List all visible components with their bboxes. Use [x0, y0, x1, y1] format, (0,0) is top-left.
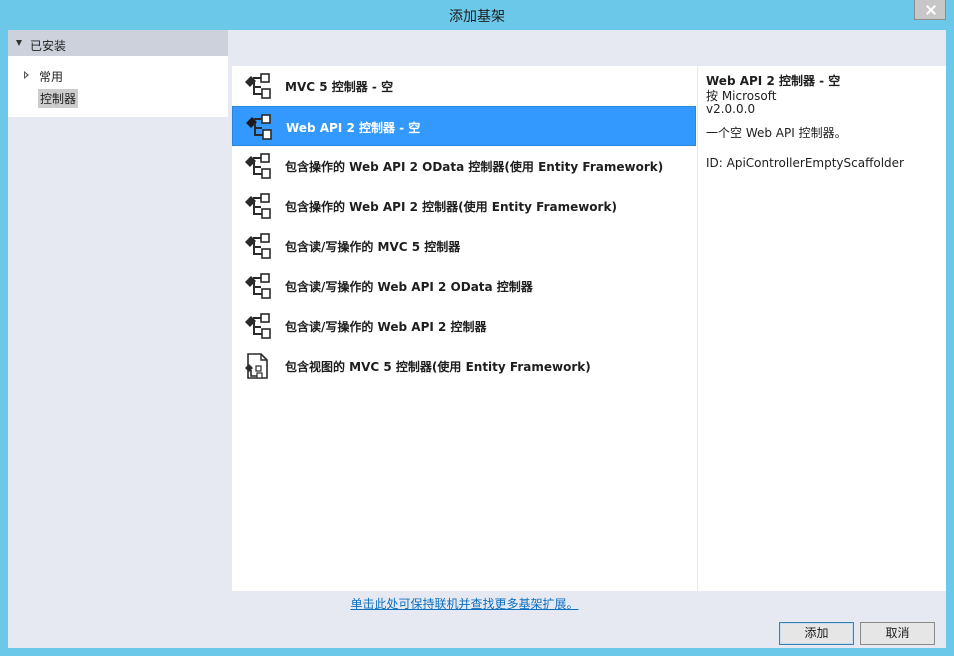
controller-icon	[243, 113, 273, 141]
close-button[interactable]	[914, 0, 946, 20]
tree-item-label: 常用	[39, 70, 64, 84]
controller-icon	[242, 192, 272, 220]
window-title: 添加基架	[449, 9, 505, 25]
scaffold-item[interactable]: 包含读/写操作的 Web API 2 控制器	[232, 306, 697, 346]
scaffold-item-label: 包含操作的 Web API 2 OData 控制器(使用 Entity Fram…	[285, 160, 664, 174]
scaffold-item-label: 包含视图的 MVC 5 控制器(使用 Entity Framework)	[285, 360, 591, 374]
scaffold-list: 包含视图的 MVC 5 控制器(使用 Entity Framework) 包含读/…	[232, 66, 697, 611]
collapse-arrow-icon[interactable]	[16, 40, 22, 46]
tree-header-label: 已安装	[30, 39, 67, 53]
scaffold-item[interactable]: Web API 2 控制器 - 空	[232, 106, 696, 146]
title-bar: 添加基架	[0, 0, 954, 30]
controller-icon	[242, 272, 272, 300]
scaffold-item[interactable]: 包含读/写操作的 MVC 5 控制器	[232, 226, 697, 266]
tree-item-label: 控制器	[38, 89, 79, 108]
controller-icon	[242, 72, 272, 100]
expand-arrow-icon[interactable]	[24, 71, 29, 79]
scaffold-item-label: 包含读/写操作的 Web API 2 控制器	[285, 320, 487, 334]
details-panel: Web API 2 控制器 - 空 按 Microsoft v2.0.0.0 一…	[698, 66, 946, 591]
scaffold-item-label: MVC 5 控制器 - 空	[285, 80, 394, 94]
scaffold-item-label: 包含操作的 Web API 2 控制器(使用 Entity Framework)	[285, 200, 617, 214]
detail-version: v2.0.0.0	[706, 102, 756, 116]
scaffold-item[interactable]: 包含操作的 Web API 2 OData 控制器(使用 Entity Fram…	[232, 146, 697, 186]
dialog-body: 已安装 常用 控制器 包含视图的 MVC 5 控制器(使用 Entity Fra…	[8, 30, 946, 648]
tree-header[interactable]: 已安装	[8, 30, 228, 56]
scaffold-item[interactable]: 包含操作的 Web API 2 控制器(使用 Entity Framework)	[232, 186, 697, 226]
category-tree: 常用 控制器	[8, 56, 228, 117]
scaffold-item-label: 包含读/写操作的 MVC 5 控制器	[285, 240, 461, 254]
controller-icon	[242, 312, 272, 340]
scaffold-item[interactable]: 包含视图的 MVC 5 控制器(使用 Entity Framework)	[232, 346, 697, 386]
view-controller-icon	[242, 352, 272, 380]
cancel-button[interactable]: 取消	[860, 622, 935, 645]
scaffold-item-label: 包含读/写操作的 Web API 2 OData 控制器	[285, 280, 533, 294]
scaffold-item[interactable]: 包含读/写操作的 Web API 2 OData 控制器	[232, 266, 697, 306]
controller-icon	[242, 232, 272, 260]
scaffold-item[interactable]: MVC 5 控制器 - 空	[232, 66, 697, 106]
online-extensions-link[interactable]: 单击此处可保持联机并查找更多基架扩展。	[232, 595, 697, 612]
detail-description: 一个空 Web API 控制器。	[706, 126, 847, 140]
add-button[interactable]: 添加	[779, 622, 854, 645]
scaffold-item-label: Web API 2 控制器 - 空	[286, 121, 421, 135]
detail-id: ID: ApiControllerEmptyScaffolder	[706, 156, 904, 170]
controller-icon	[242, 152, 272, 180]
